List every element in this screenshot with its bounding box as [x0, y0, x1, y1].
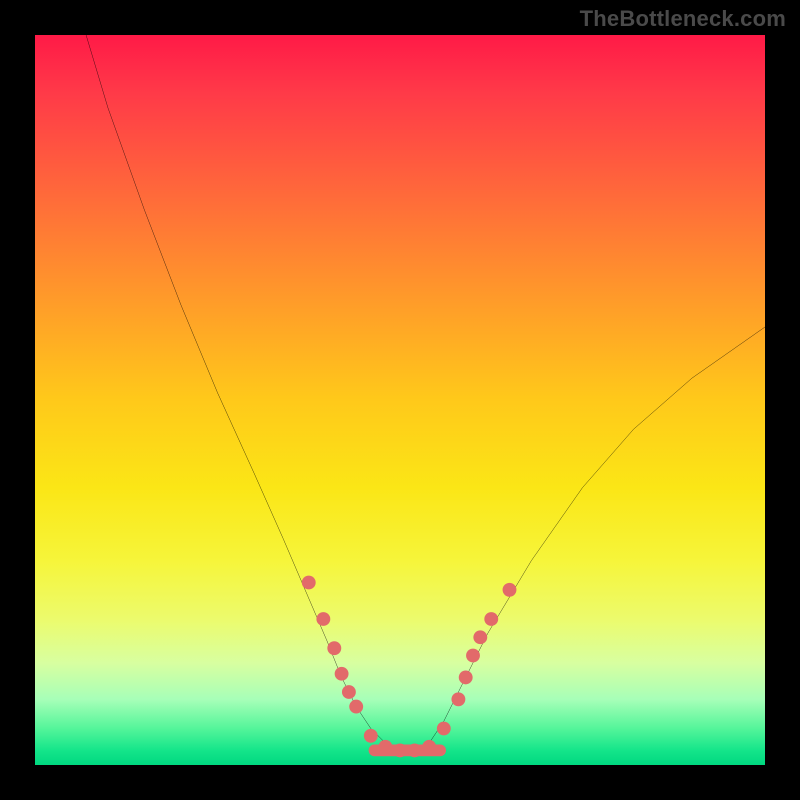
curve-line — [86, 35, 765, 750]
plot-area — [35, 35, 765, 765]
scatter-dots — [302, 576, 517, 758]
chart-overlay — [35, 35, 765, 765]
chart-frame: TheBottleneck.com — [0, 0, 800, 800]
watermark-text: TheBottleneck.com — [580, 6, 786, 32]
